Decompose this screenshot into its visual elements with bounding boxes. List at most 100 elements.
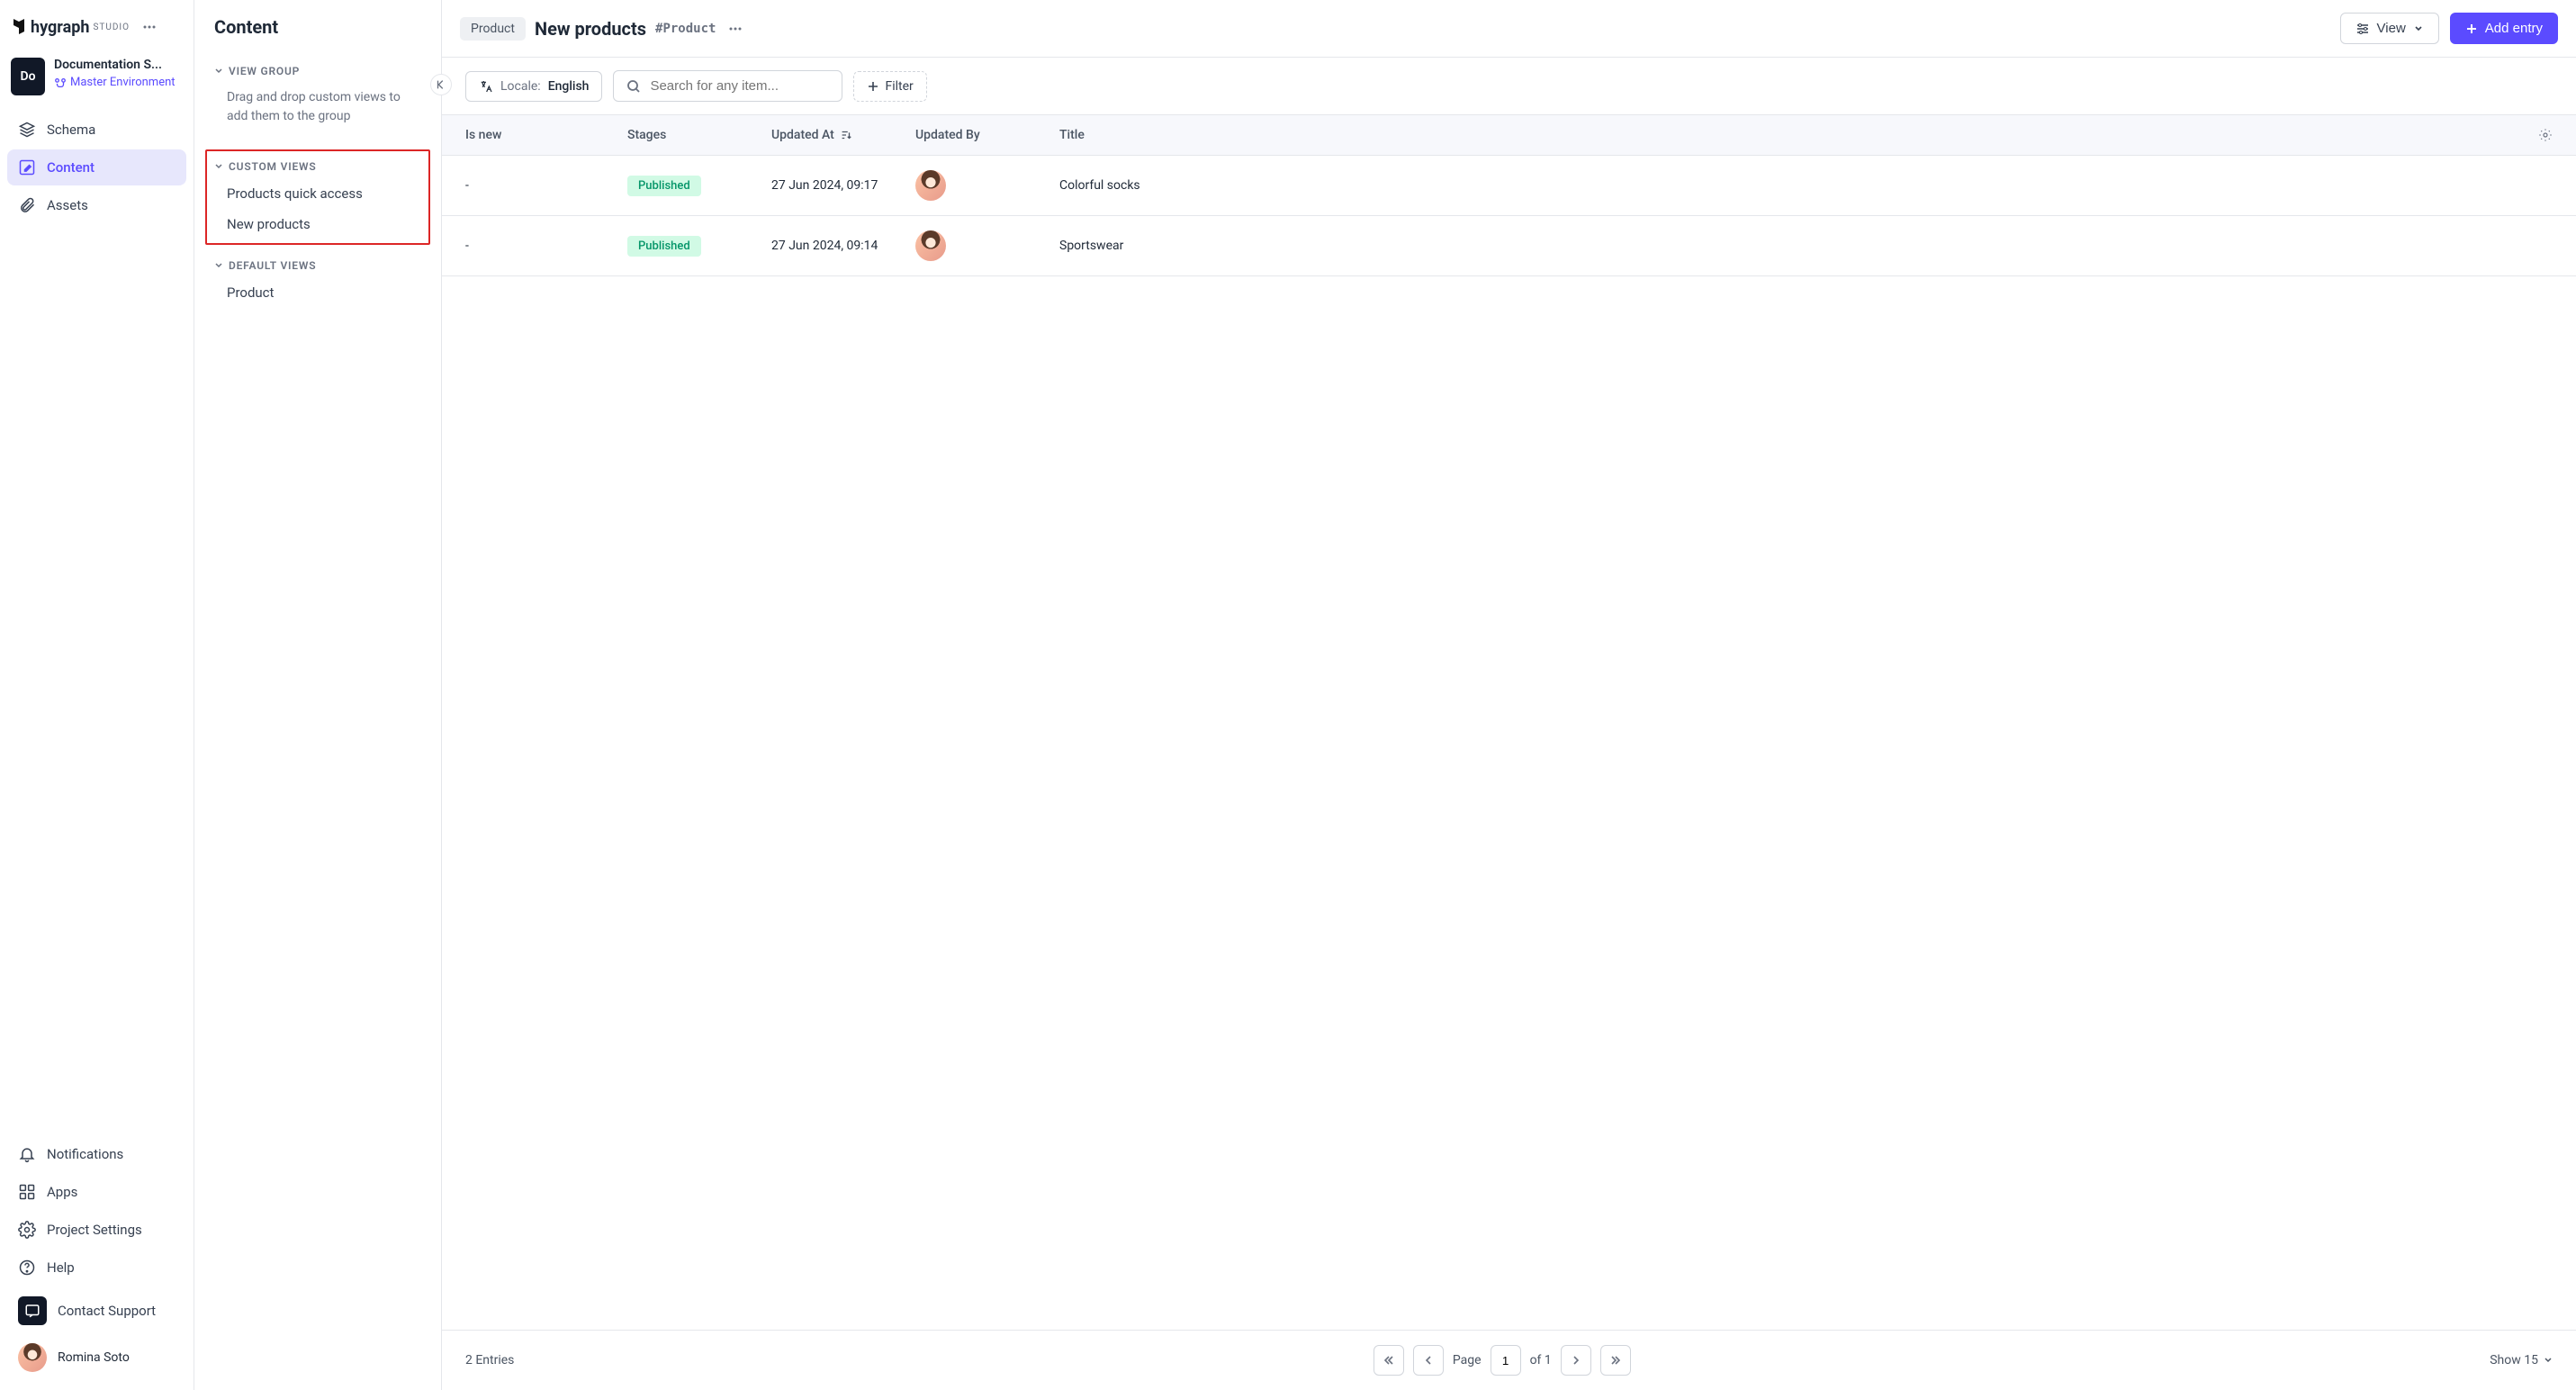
table-row[interactable]: - Published 27 Jun 2024, 09:14 Sportswea… (442, 216, 2576, 276)
locale-selector[interactable]: Locale: English (465, 71, 602, 102)
stage-badge: Published (627, 176, 701, 196)
page-last-button[interactable] (1600, 1345, 1631, 1376)
chevron-down-icon (2413, 23, 2424, 34)
button-label: Add entry (2485, 21, 2543, 36)
column-label: Updated At (771, 128, 834, 142)
entries-count: 2 Entries (465, 1353, 514, 1367)
add-filter-button[interactable]: Filter (853, 71, 926, 102)
dots-horizontal-icon (728, 22, 743, 36)
nav-help[interactable]: Help (7, 1250, 186, 1286)
column-updated-by[interactable]: Updated By (915, 128, 1059, 142)
cell-title: Colorful socks (1059, 178, 2517, 193)
view-group-hint: Drag and drop custom views to add them t… (207, 83, 428, 135)
secondary-nav: Notifications Apps Project Settings Help… (7, 1136, 186, 1379)
search-field[interactable] (613, 70, 842, 102)
nav-label: Schema (47, 122, 95, 138)
view-options-button[interactable]: View (2340, 13, 2439, 44)
nav-schema[interactable]: Schema (7, 112, 186, 148)
apps-grid-icon (18, 1183, 36, 1201)
table-header: Is new Stages Updated At Updated By Titl… (442, 114, 2576, 156)
nav-label: Contact Support (58, 1303, 156, 1319)
table-settings-button[interactable] (2517, 128, 2553, 142)
content-header: Product New products #Product View Add e… (442, 0, 2576, 58)
nav-label: Notifications (47, 1146, 123, 1162)
search-input[interactable] (650, 78, 829, 94)
cell-updated-at: 27 Jun 2024, 09:17 (771, 178, 915, 193)
sliders-icon (2355, 22, 2370, 36)
column-stages[interactable]: Stages (627, 128, 771, 142)
nav-notifications[interactable]: Notifications (7, 1136, 186, 1172)
table-row[interactable]: - Published 27 Jun 2024, 09:17 Colorful … (442, 156, 2576, 216)
model-chip[interactable]: Product (460, 17, 526, 41)
edit-square-icon (18, 158, 36, 176)
project-selector[interactable]: Do Documentation S... Master Environment (7, 50, 186, 112)
cell-is-new: - (465, 239, 627, 253)
column-updated-at[interactable]: Updated At (771, 128, 915, 142)
nav-assets[interactable]: Assets (7, 187, 186, 223)
chevron-right-icon (1571, 1355, 1581, 1366)
page-of-label: of 1 (1530, 1353, 1552, 1367)
nav-content[interactable]: Content (7, 149, 186, 185)
default-views-toggle[interactable]: DEFAULT VIEWS (207, 254, 428, 277)
cell-stages: Published (627, 236, 771, 257)
cell-updated-at: 27 Jun 2024, 09:14 (771, 239, 915, 253)
brand-logo[interactable]: hygraph STUDIO (11, 18, 130, 37)
dots-horizontal-icon (142, 20, 157, 34)
column-title[interactable]: Title (1059, 128, 2517, 142)
custom-view-item[interactable]: Products quick access (207, 178, 428, 209)
button-label: View (2377, 21, 2406, 36)
collapse-panel-button[interactable] (430, 74, 452, 95)
chevron-down-icon (214, 261, 223, 270)
nav-apps[interactable]: Apps (7, 1174, 186, 1210)
page-size-label: Show 15 (2490, 1353, 2538, 1367)
page-input[interactable] (1491, 1345, 1521, 1376)
brand-menu-button[interactable] (139, 16, 160, 38)
cell-updated-by (915, 230, 1059, 261)
primary-nav: Schema Content Assets (7, 112, 186, 223)
project-environment: Master Environment (54, 76, 176, 89)
chevron-left-icon (1423, 1355, 1434, 1366)
chevron-down-icon (2544, 1356, 2553, 1365)
nav-label: Apps (47, 1184, 77, 1200)
page-size-selector[interactable]: Show 15 (2490, 1353, 2553, 1367)
group-header-label: VIEW GROUP (229, 65, 300, 77)
add-entry-button[interactable]: Add entry (2450, 13, 2558, 44)
chevron-down-icon (214, 67, 223, 76)
custom-views-toggle[interactable]: CUSTOM VIEWS (207, 155, 428, 178)
plus-icon (867, 80, 879, 93)
page-prev-button[interactable] (1413, 1345, 1444, 1376)
brand-row: hygraph STUDIO (7, 11, 186, 50)
custom-view-item[interactable]: New products (207, 209, 428, 239)
content-toolbar: Locale: English Filter (442, 58, 2576, 114)
nav-contact-support[interactable]: Contact Support (7, 1287, 186, 1334)
cell-title: Sportswear (1059, 239, 2517, 253)
default-view-item[interactable]: Product (207, 277, 428, 308)
nav-label: Help (47, 1259, 75, 1276)
button-label: Filter (885, 79, 913, 94)
bell-icon (18, 1145, 36, 1163)
column-is-new[interactable]: Is new (465, 128, 627, 142)
table-footer: 2 Entries Page of 1 Show 15 (442, 1330, 2576, 1390)
author-avatar (915, 230, 946, 261)
search-icon (626, 79, 641, 94)
cell-stages: Published (627, 176, 771, 196)
translate-icon (479, 79, 493, 94)
panel-title: Content (207, 16, 428, 59)
cell-updated-by (915, 170, 1059, 201)
hygraph-logo-icon (11, 18, 27, 36)
custom-views-highlight: CUSTOM VIEWS Products quick access New p… (205, 149, 430, 245)
nav-project-settings[interactable]: Project Settings (7, 1212, 186, 1248)
page-next-button[interactable] (1561, 1345, 1591, 1376)
chevrons-left-icon (1383, 1355, 1394, 1366)
page-first-button[interactable] (1374, 1345, 1404, 1376)
collapse-left-icon (435, 78, 447, 91)
header-right: View Add entry (2340, 13, 2558, 44)
view-group-toggle[interactable]: VIEW GROUP (207, 59, 428, 83)
current-user[interactable]: Romina Soto (7, 1336, 186, 1379)
view-group-section: VIEW GROUP Drag and drop custom views to… (207, 59, 428, 135)
view-title: New products (535, 18, 646, 40)
project-meta: Documentation S... Master Environment (54, 58, 176, 95)
main-content: Product New products #Product View Add e… (442, 0, 2576, 1390)
locale-label: Locale: (500, 79, 541, 94)
view-actions-button[interactable] (725, 18, 746, 40)
